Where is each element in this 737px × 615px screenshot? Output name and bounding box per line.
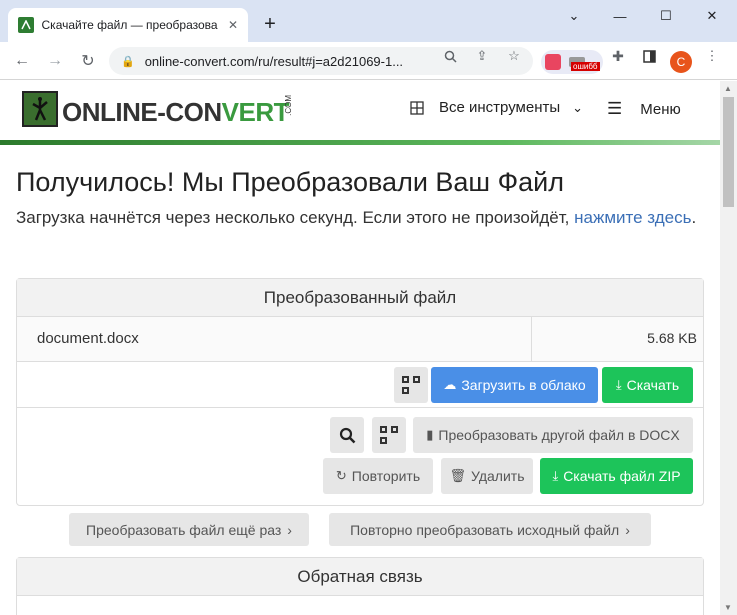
browser-tab[interactable]: Скачайте файл — преобразова ✕ [8, 8, 248, 42]
download-icon: ⤓ [552, 468, 559, 483]
more-menu-icon[interactable]: ⋮ [703, 47, 721, 65]
logo-text[interactable]: ONLINE-CONVERT [62, 97, 290, 128]
page-title: Получилось! Мы Преобразовали Ваш Файл [16, 167, 564, 197]
preview-button[interactable] [330, 417, 364, 453]
page-content: ONLINE-CONVERT .COM Все инструменты ⌄ ☰ … [0, 81, 720, 615]
chevron-right-icon: › [287, 521, 292, 538]
tab-search-icon[interactable]: ⌄ [551, 4, 597, 28]
click-here-link[interactable]: нажмите здесь [574, 208, 691, 227]
repeat-label: Повторить [351, 468, 421, 484]
qr-code-button-2[interactable] [372, 417, 406, 453]
page-scrollbar[interactable]: ▲ ▼ [720, 81, 737, 615]
hamburger-icon: ☰ [607, 99, 623, 118]
repeat-button[interactable]: ↻ Повторить [323, 458, 433, 494]
upload-cloud-button[interactable]: ☁ Загрузить в облако [431, 367, 598, 403]
convert-again-label: Преобразовать файл ещё раз [86, 521, 282, 538]
site-favicon-icon [18, 17, 34, 33]
close-window-icon[interactable]: ✕ [689, 4, 735, 28]
file-size: 5.68 KB [647, 330, 697, 346]
forward-icon[interactable]: → [43, 49, 67, 73]
convert-other-label: Преобразовать другой файл в DOCX [438, 427, 680, 443]
logo-text-main: ONLINE-CON [62, 97, 222, 127]
profile-avatar[interactable]: C [670, 51, 692, 73]
site-header: ONLINE-CONVERT .COM Все инструменты ⌄ ☰ … [0, 81, 720, 145]
grid-icon [410, 100, 424, 115]
scroll-up-icon[interactable]: ▲ [724, 84, 732, 93]
refresh-icon: ↻ [335, 468, 347, 483]
search-icon[interactable] [441, 47, 459, 65]
download-label: Скачать [626, 377, 680, 393]
delete-button[interactable]: 🗑 Удалить [441, 458, 533, 494]
file-name: document.docx [37, 330, 139, 347]
all-tools-label: Все инструменты [439, 99, 561, 116]
download-zip-label: Скачать файл ZIP [563, 468, 681, 484]
convert-again-button[interactable]: Преобразовать файл ещё раз › [69, 513, 309, 546]
scrollbar-thumb[interactable] [723, 97, 734, 207]
file-actions-row: ☁ Загрузить в облако ⤓ Скачать [17, 362, 703, 408]
lead-text: Загрузка начнётся через несколько секунд… [16, 205, 706, 231]
reload-icon[interactable]: ↻ [76, 49, 100, 73]
minimize-icon[interactable]: — [597, 4, 643, 28]
lead-text-end: . [691, 208, 697, 227]
trash-icon: 🗑 [449, 468, 467, 483]
card-heading: Преобразованный файл [17, 279, 703, 317]
share-icon[interactable]: ⇪ [473, 47, 491, 65]
address-bar[interactable]: 🔒 online-convert.com/ru/result#j=a2d2106… [109, 47, 533, 75]
file-row: document.docx 5.68 KB [17, 317, 703, 362]
pocket-icon[interactable] [545, 54, 561, 70]
chevron-down-icon: ⌄ [572, 99, 584, 115]
chevron-right-icon: › [625, 521, 630, 538]
delete-label: Удалить [471, 468, 525, 484]
download-zip-button[interactable]: ⤓ Скачать файл ZIP [540, 458, 693, 494]
logo-com: .COM [284, 95, 293, 116]
url-text: online-convert.com/ru/result#j=a2d21069-… [144, 53, 404, 69]
download-icon: ⤓ [615, 377, 622, 392]
divider [531, 317, 532, 362]
download-button[interactable]: ⤓ Скачать [602, 367, 693, 403]
qr-code-button[interactable] [394, 367, 428, 403]
new-tab-icon[interactable]: + [258, 12, 282, 36]
lock-icon: 🔒 [121, 55, 135, 68]
upload-cloud-label: Загрузить в облако [461, 377, 586, 393]
cloud-upload-icon: ☁ [443, 377, 457, 392]
file-icon: ▮ [426, 427, 434, 442]
extensions-group: oшибб [541, 50, 603, 74]
header-divider [0, 140, 720, 145]
bookmark-star-icon[interactable]: ☆ [505, 47, 523, 65]
lead-text-body: Загрузка начнётся через несколько секунд… [16, 208, 575, 227]
feedback-card: Обратная связь [16, 557, 704, 615]
search-icon [339, 427, 355, 443]
all-tools-dropdown[interactable]: Все инструменты ⌄ [410, 99, 583, 116]
reconvert-source-button[interactable]: Повторно преобразовать исходный файл › [329, 513, 651, 546]
logo-icon[interactable] [22, 91, 58, 127]
converted-file-card: Преобразованный файл document.docx 5.68 … [16, 278, 704, 506]
puzzle-icon[interactable]: ✚ [609, 47, 627, 65]
close-tab-icon[interactable]: ✕ [228, 18, 238, 32]
side-panel-icon[interactable] [640, 47, 658, 65]
maximize-icon[interactable]: ☐ [643, 4, 689, 28]
qr-code-icon [402, 376, 420, 394]
browser-toolbar: ← → ↻ 🔒 online-convert.com/ru/result#j=a… [0, 42, 737, 80]
tab-title: Скачайте файл — преобразова [41, 18, 218, 32]
scroll-down-icon[interactable]: ▼ [724, 603, 732, 612]
menu-button[interactable]: ☰ Меню [607, 99, 681, 119]
qr-code-icon [380, 426, 398, 444]
browser-tabstrip: Скачайте файл — преобразова ✕ + ⌄ — ☐ ✕ [0, 0, 737, 42]
extension-badge: oшибб [571, 62, 600, 71]
back-icon[interactable]: ← [10, 49, 34, 73]
convert-other-file-button[interactable]: ▮ Преобразовать другой файл в DOCX [413, 417, 693, 453]
feedback-heading: Обратная связь [17, 558, 703, 596]
reconvert-source-label: Повторно преобразовать исходный файл [350, 521, 620, 538]
more-actions-row: ▮ Преобразовать другой файл в DOCX ↻ Повто… [17, 408, 703, 505]
menu-label: Меню [640, 100, 681, 118]
logo-text-accent: VERT [221, 97, 290, 127]
